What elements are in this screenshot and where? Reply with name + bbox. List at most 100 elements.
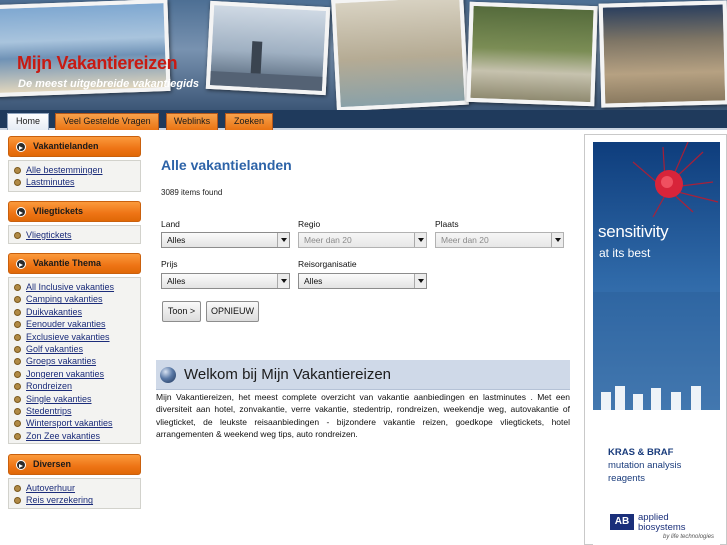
filter-label-regio: Regio <box>298 219 321 229</box>
sidebar-item-lastminutes[interactable]: Lastminutes <box>14 176 140 188</box>
sidebar-heading-vakantielanden: Vakantielanden <box>8 136 141 157</box>
sidebar-link[interactable]: All Inclusive vakanties <box>26 282 114 292</box>
sidebar-link[interactable]: Duikvakanties <box>26 307 82 317</box>
ad-brand-line3: by life technologies <box>663 534 715 540</box>
cell-illustration <box>593 142 720 417</box>
sidebar-link[interactable]: Eenouder vakanties <box>26 319 106 329</box>
sidebar-item-vliegtickets[interactable]: Vliegtickets <box>14 229 140 241</box>
ad-product-line2: mutation analysis <box>608 460 682 471</box>
ad-image-cell <box>593 142 720 417</box>
sidebar-item-autoverhuur[interactable]: Autoverhuur <box>14 482 140 494</box>
regio-select[interactable]: Meer dan 20 <box>298 232 427 248</box>
tab-home[interactable]: Home <box>7 113 49 130</box>
bullet-dot-icon <box>14 284 21 291</box>
ad-product-line1: KRAS & BRAF <box>608 447 674 458</box>
sidebar-item-wintersport[interactable]: Wintersport vakanties <box>14 417 140 429</box>
reisorganisatie-select[interactable]: Alles <box>298 273 427 289</box>
sidebar-item-duikvakanties[interactable]: Duikvakanties <box>14 306 140 318</box>
bullet-dot-icon <box>14 232 21 239</box>
reset-button[interactable]: OPNIEUW <box>206 301 259 322</box>
prijs-select[interactable]: Alles <box>161 273 290 289</box>
bullet-dot-icon <box>14 333 21 341</box>
sidebar-heading-label: Diversen <box>33 459 72 469</box>
sidebar-link[interactable]: Groeps vakanties <box>26 356 96 366</box>
sidebar-item-jongeren[interactable]: Jongeren vakanties <box>14 368 140 380</box>
bullet-dot-icon <box>14 345 21 353</box>
arrow-bullet-icon <box>16 142 26 152</box>
sidebar-link[interactable]: Jongeren vakanties <box>26 369 104 379</box>
bullet-dot-icon <box>14 497 21 505</box>
sidebar-heading-vliegtickets: Vliegtickets <box>8 201 141 222</box>
chevron-down-icon <box>551 233 563 247</box>
sidebar-heading-thema: Vakantie Thema <box>8 253 141 274</box>
bullet-dot-icon <box>14 420 21 428</box>
sidebar-link[interactable]: Autoverhuur <box>26 483 75 493</box>
sidebar-item-stedentrips[interactable]: Stedentrips <box>14 405 140 417</box>
welcome-title: Welkom bij Mijn Vakantiereizen <box>184 366 392 383</box>
sidebar-link[interactable]: Single vakanties <box>26 394 92 404</box>
site-header: Mijn Vakantiereizen De meest uitgebreide… <box>0 0 727 110</box>
bullet-dot-icon <box>14 308 21 316</box>
land-select[interactable]: Alles <box>161 232 290 248</box>
ad-headline: sensitivity <box>598 222 669 241</box>
sidebar-heading-label: Vakantielanden <box>33 141 99 151</box>
sidebar-item-camping[interactable]: Camping vakanties <box>14 293 140 305</box>
sidebar-item-golf[interactable]: Golf vakanties <box>14 343 140 355</box>
site-title[interactable]: Mijn Vakantiereizen <box>17 53 178 74</box>
sidebar-box-vakantielanden: Alle bestemmingen Lastminutes <box>8 160 141 192</box>
prijs-select-value: Alles <box>167 276 186 286</box>
page-title: Alle vakantielanden <box>161 157 292 173</box>
items-found-count: 3089 items found <box>161 188 223 197</box>
bullet-dot-icon <box>14 321 21 329</box>
sidebar-link[interactable]: Alle bestemmingen <box>26 165 103 175</box>
bullet-dot-icon <box>14 179 21 187</box>
sidebar-link[interactable]: Vliegtickets <box>26 230 72 240</box>
sidebar-item-eenouder[interactable]: Eenouder vakanties <box>14 318 140 330</box>
plaats-select[interactable]: Meer dan 20 <box>435 232 564 248</box>
chevron-down-icon <box>414 233 426 247</box>
regio-select-value: Meer dan 20 <box>304 235 352 245</box>
sidebar-heading-label: Vakantie Thema <box>33 258 102 268</box>
ad-brand-line2: biosystems <box>638 522 686 533</box>
bullet-dot-icon <box>14 485 21 492</box>
arrow-bullet-icon <box>16 207 26 217</box>
sidebar-item-exclusieve[interactable]: Exclusieve vakanties <box>14 331 140 343</box>
tab-faq[interactable]: Veel Gestelde Vragen <box>55 113 159 130</box>
sidebar-item-groeps[interactable]: Groeps vakanties <box>14 355 140 367</box>
bullet-dot-icon <box>14 395 21 403</box>
filter-label-reisorganisatie: Reisorganisatie <box>298 259 357 269</box>
sidebar-item-single[interactable]: Single vakanties <box>14 393 140 405</box>
sidebar-item-reis-verzekering[interactable]: Reis verzekering <box>14 494 140 506</box>
ad-subheadline: at its best <box>599 246 651 260</box>
tab-zoeken[interactable]: Zoeken <box>225 113 273 130</box>
sidebar-item-alle-bestemmingen[interactable]: Alle bestemmingen <box>14 164 140 176</box>
sidebar-link[interactable]: Reis verzekering <box>26 495 93 505</box>
sidebar-link[interactable]: Camping vakanties <box>26 294 103 304</box>
sidebar-link[interactable]: Wintersport vakanties <box>26 418 113 428</box>
sidebar-link[interactable]: Stedentrips <box>26 406 72 416</box>
sidebar-link[interactable]: Rondreizen <box>26 381 72 391</box>
welcome-text: Mijn Vakantiereizen, het meest complete … <box>156 392 570 440</box>
bullet-dot-icon <box>14 167 21 174</box>
globe-icon <box>160 367 176 383</box>
sidebar-item-zon-zee[interactable]: Zon Zee vakanties <box>14 430 140 442</box>
sidebar-link[interactable]: Lastminutes <box>26 177 75 187</box>
sidebar-item-all-inclusive[interactable]: All Inclusive vakanties <box>14 281 140 293</box>
filter-label-land: Land <box>161 219 180 229</box>
header-photo-fountain <box>331 0 469 110</box>
header-photo-egypt <box>598 0 727 108</box>
tab-weblinks[interactable]: Weblinks <box>166 113 218 130</box>
bullet-dot-icon <box>14 358 21 366</box>
show-button[interactable]: Toon > <box>162 301 201 322</box>
chevron-down-icon <box>277 233 289 247</box>
sidebar-item-rondreizen[interactable]: Rondreizen <box>14 380 140 392</box>
advertisement-banner[interactable]: sensitivity at its best KRAS & BRAF muta… <box>593 142 720 545</box>
filter-label-prijs: Prijs <box>161 259 178 269</box>
sidebar-link[interactable]: Golf vakanties <box>26 344 83 354</box>
sidebar-link[interactable]: Zon Zee vakanties <box>26 431 100 441</box>
reisorganisatie-select-value: Alles <box>304 276 323 286</box>
sidebar-link[interactable]: Exclusieve vakanties <box>26 332 110 342</box>
bullet-dot-icon <box>14 370 21 378</box>
bullet-dot-icon <box>14 432 21 440</box>
ad-product-line3: reagents <box>608 473 645 484</box>
